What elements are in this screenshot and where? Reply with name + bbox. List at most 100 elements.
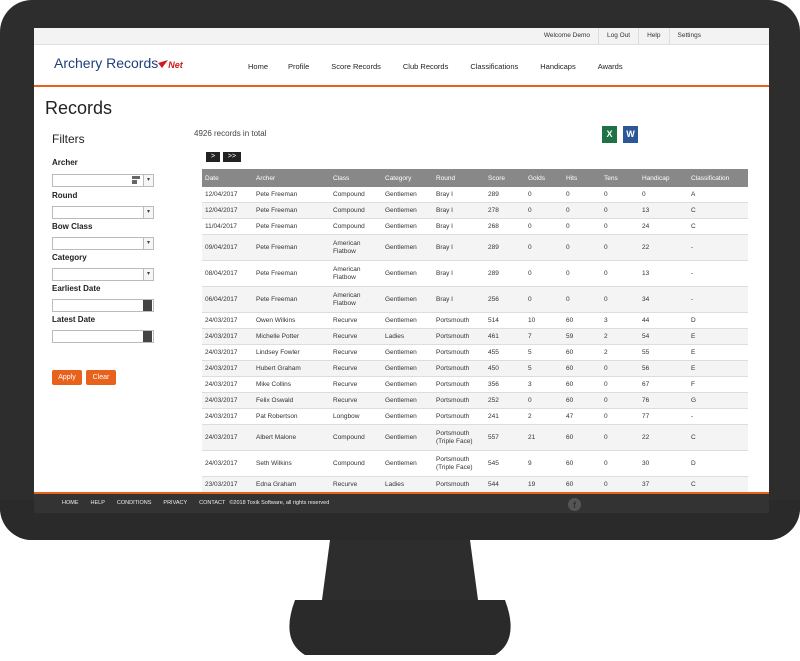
table-row[interactable]: 06/04/2017 Pete Freeman American Flatbow Ge… [202,286,748,313]
table-row[interactable]: 24/03/2017 Owen Wilkins Recurve Gentlemen Po… [202,312,748,329]
column-header[interactable]: Round [433,169,485,187]
table-cell: Owen Wilkins [253,312,330,329]
table-row[interactable]: 12/04/2017 Pete Freeman Compound Gentlemen B… [202,202,748,219]
table-row[interactable]: 24/03/2017 Lindsey Fowler Recurve Gentlemen… [202,344,748,361]
latest-date-input[interactable] [52,330,154,343]
table-cell: 60 [563,344,601,361]
logout-link[interactable]: Log Out [597,28,638,44]
column-header[interactable]: Tens [601,169,639,187]
column-header[interactable]: Classification [688,169,748,187]
table-row[interactable]: 08/04/2017 Pete Freeman American Flatbow Ge… [202,260,748,287]
column-header[interactable]: Score [485,169,525,187]
chevron-down-icon[interactable]: ▾ [143,207,153,218]
table-cell: 60 [563,376,601,393]
table-cell: 60 [563,360,601,377]
help-link[interactable]: Help [638,28,668,44]
table-cell: Gentlemen [382,187,433,203]
table-row[interactable]: 24/03/2017 Michelle Potter Recurve Ladies Po… [202,328,748,345]
table-row[interactable]: 24/03/2017 Pat Robertson Longbow Gentlemen P… [202,408,748,425]
table-cell: 0 [601,286,639,313]
table-cell: 0 [601,424,639,451]
table-row[interactable]: 11/04/2017 Pete Freeman Compound Gentlemen B… [202,218,748,235]
excel-icon[interactable]: X [602,126,617,143]
table-cell: 5 [525,360,563,377]
table-cell: 24/03/2017 [202,408,253,425]
word-icon[interactable]: W [623,126,638,143]
table-cell: 08/04/2017 [202,260,253,287]
table-cell: Albert Malone [253,424,330,451]
calendar-icon[interactable] [143,331,152,342]
column-header[interactable]: Class [330,169,382,187]
table-cell: 60 [563,476,601,493]
table-cell: Gentlemen [382,286,433,313]
facebook-icon[interactable]: f [568,498,581,511]
bow-class-select[interactable] [52,237,154,250]
footer-contact-link[interactable]: CONTACT [199,500,225,506]
table-row[interactable]: 24/03/2017 Felix Oswald Recurve Gentlemen Po… [202,392,748,409]
table-cell: - [688,286,748,313]
logo[interactable]: Archery Records Net [54,55,183,71]
table-cell: E [688,328,748,345]
column-header[interactable]: Handicap [639,169,688,187]
main-nav: Home Profile Score Records Club Records … [248,62,623,71]
table-cell: 0 [563,286,601,313]
clear-button[interactable]: Clear [86,370,116,385]
table-cell: 0 [525,392,563,409]
apply-button[interactable]: Apply [52,370,82,385]
table-cell: 0 [601,450,639,477]
table-row[interactable]: 24/03/2017 Seth Wilkins Compound Gentlemen P… [202,450,748,477]
table-cell: 289 [485,260,525,287]
last-page-button[interactable]: >> [223,152,241,162]
earliest-date-input[interactable] [52,299,154,312]
footer-help-link[interactable]: HELP [91,500,105,506]
chevron-down-icon[interactable]: ▾ [143,175,153,186]
table-cell: 0 [601,392,639,409]
next-page-button[interactable]: > [206,152,220,162]
table-row[interactable]: 23/03/2017 Edna Graham Recurve Ladies Portsm… [202,476,748,493]
column-header[interactable]: Hits [563,169,601,187]
nav-classifications[interactable]: Classifications [470,62,518,71]
chevron-down-icon[interactable]: ▾ [143,269,153,280]
nav-profile[interactable]: Profile [288,62,309,71]
table-cell: Gentlemen [382,424,433,451]
table-cell: 268 [485,218,525,235]
nav-home[interactable]: Home [248,62,268,71]
chevron-down-icon[interactable]: ▾ [143,238,153,249]
table-cell: Pat Robertson [253,408,330,425]
settings-link[interactable]: Settings [668,28,710,44]
table-cell: 0 [601,218,639,235]
table-cell: Compound [330,187,382,203]
nav-club-records[interactable]: Club Records [403,62,448,71]
table-cell: Recurve [330,328,382,345]
column-header[interactable]: Archer [253,169,330,187]
nav-awards[interactable]: Awards [598,62,623,71]
category-select[interactable] [52,268,154,281]
nav-score-records[interactable]: Score Records [331,62,381,71]
table-cell: 24/03/2017 [202,450,253,477]
table-cell: Compound [330,450,382,477]
table-row[interactable]: 24/03/2017 Mike Collins Recurve Gentlemen Po… [202,376,748,393]
footer-privacy-link[interactable]: PRIVACY [163,500,187,506]
table-cell: Compound [330,202,382,219]
column-header[interactable]: Category [382,169,433,187]
table-cell: Pete Freeman [253,187,330,203]
footer-conditions-link[interactable]: CONDITIONS [117,500,152,506]
column-header[interactable]: Date [202,169,253,187]
table-row[interactable]: 09/04/2017 Pete Freeman American Flatbow Ge… [202,234,748,261]
table-cell: 13 [639,202,688,219]
round-select[interactable] [52,206,154,219]
archer-label: Archer [52,158,78,167]
table-row[interactable]: 24/03/2017 Hubert Graham Recurve Gentlemen P… [202,360,748,377]
footer-home-link[interactable]: HOME [62,500,79,506]
calendar-icon[interactable] [143,300,152,311]
category-label: Category [52,253,87,262]
column-header[interactable]: Golds [525,169,563,187]
table-cell: 24/03/2017 [202,328,253,345]
table-cell: 0 [601,360,639,377]
table-cell: 06/04/2017 [202,286,253,313]
nav-handicaps[interactable]: Handicaps [540,62,575,71]
table-row[interactable]: 12/04/2017 Pete Freeman Compound Gentlemen B… [202,187,748,203]
table-cell: American Flatbow [330,260,382,287]
table-row[interactable]: 24/03/2017 Albert Malone Compound Gentlemen… [202,424,748,451]
archer-picker-icon[interactable] [132,176,141,185]
